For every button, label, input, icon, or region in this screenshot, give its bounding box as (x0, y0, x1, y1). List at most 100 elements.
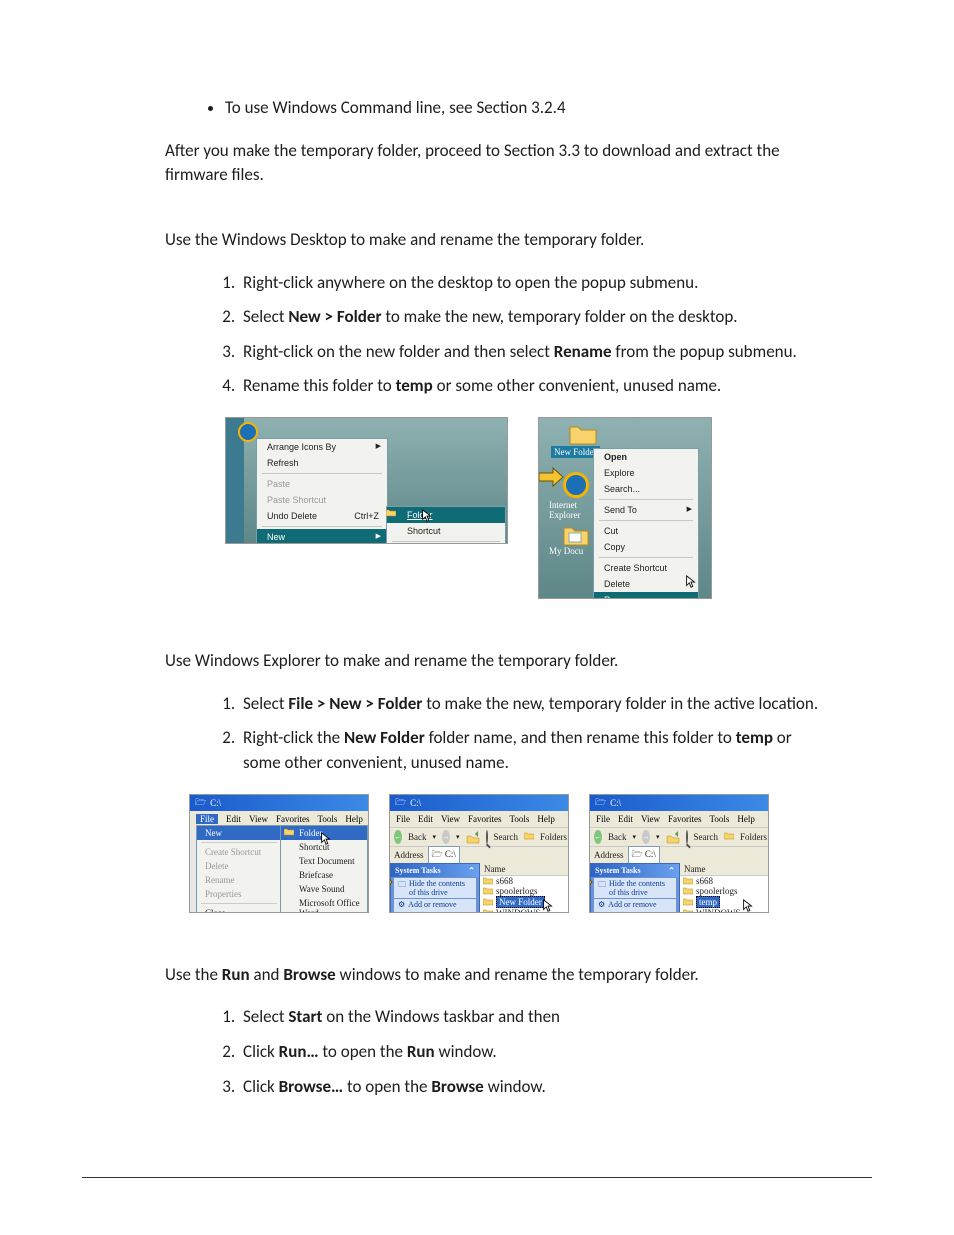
file-item[interactable]: s668 (680, 876, 768, 886)
menu-item-cut[interactable]: Cut (594, 523, 698, 539)
cursor-icon (542, 896, 554, 910)
menu-edit[interactable]: Edit (618, 814, 633, 824)
menu-item-word[interactable]: Microsoft Office Word (281, 896, 367, 913)
file-item[interactable]: WINDOWS (480, 908, 568, 913)
menu-item-paste: Paste (257, 476, 387, 492)
yellow-arrow-icon (589, 871, 594, 893)
column-header-name[interactable]: Name (680, 863, 768, 876)
menu-file[interactable]: File (596, 814, 610, 824)
menu-item-wave[interactable]: Wave Sound (281, 882, 367, 896)
my-documents-icon[interactable] (563, 524, 589, 546)
collapse-icon[interactable]: ⌃ (468, 866, 475, 875)
screenshot-explorer-new-folder: 🗁C:\ File Edit View Favorites Tools Help… (389, 794, 569, 913)
list-item: To use Windows Command line, see Section… (225, 96, 832, 121)
menu-favorites[interactable]: Favorites (276, 814, 310, 824)
menu-item-copy[interactable]: Copy (594, 539, 698, 555)
section-intro: Use Windows Explorer to make and rename … (165, 649, 832, 674)
up-button[interactable] (666, 830, 680, 844)
menu-item-shortcut[interactable]: Shortcut (387, 523, 505, 539)
menu-item-undo[interactable]: Undo DeleteCtrl+Z (257, 508, 387, 524)
menu-edit[interactable]: Edit (418, 814, 433, 824)
menu-item-open[interactable]: Open (594, 449, 698, 465)
file-item-temp[interactable]: temp (680, 896, 768, 908)
address-field[interactable]: 🗁 C:\ (428, 846, 460, 864)
ie-icon[interactable] (563, 472, 589, 498)
task-addremove[interactable]: ⚙Add or remove programs (594, 899, 676, 913)
paragraph: After you make the temporary folder, pro… (165, 139, 832, 188)
figure-row-explorer: 🗁C:\ File Edit View Favorites Tools Help… (189, 794, 832, 913)
back-button[interactable]: ← (394, 830, 402, 844)
folders-button[interactable] (524, 832, 534, 842)
file-item[interactable]: spoolerlogs (680, 886, 768, 896)
menu-item-rename[interactable]: Rename (594, 592, 698, 599)
menu-item-briefcase[interactable]: Briefcase (281, 868, 367, 882)
menu-file[interactable]: File (396, 814, 410, 824)
menu-item-search[interactable]: Search... (594, 481, 698, 497)
list-item: Right-click on the new folder and then s… (239, 340, 832, 365)
menu-favorites[interactable]: Favorites (468, 814, 502, 824)
section-intro: Use the Run and Browse windows to make a… (165, 963, 832, 988)
file-item[interactable]: spoolerlogs (480, 886, 568, 896)
task-hide[interactable]: 🗀Hide the contents of this drive (594, 878, 676, 898)
menu-item-sendto[interactable]: Send To (594, 502, 698, 518)
task-addremove[interactable]: ⚙Add or remove programs (394, 899, 476, 913)
window-titlebar: 🗁C:\ (390, 795, 568, 811)
list-item: Click Run… to open the Run window. (239, 1040, 832, 1065)
menu-item-textdoc[interactable]: Text Document (281, 854, 367, 868)
menu-edit[interactable]: Edit (226, 814, 241, 824)
screenshot-rename-folder: New Folder Internet Explorer My Docu Ope… (538, 417, 712, 599)
menu-item-paste-shortcut: Paste Shortcut (257, 492, 387, 508)
up-button[interactable] (466, 830, 480, 844)
menu-file[interactable]: File (196, 814, 218, 824)
menu-item-close[interactable]: Close (197, 906, 281, 913)
menu-item-delete[interactable]: Delete (594, 576, 698, 592)
yellow-arrow-icon (538, 466, 565, 488)
address-bar: Address🗁 C:\ (590, 847, 768, 863)
yellow-arrow-icon (389, 871, 394, 893)
menu-item-new[interactable]: New (257, 529, 387, 544)
menu-item-create-shortcut: Create Shortcut (197, 845, 281, 859)
search-icon[interactable] (486, 830, 488, 844)
menu-item-rename: Rename (197, 873, 281, 887)
menu-favorites[interactable]: Favorites (668, 814, 702, 824)
screenshot-desktop-new-folder: Arrange Icons By Refresh Paste Paste Sho… (225, 417, 508, 544)
menu-item-create-shortcut[interactable]: Create Shortcut (594, 560, 698, 576)
cursor-icon (421, 506, 433, 520)
window-titlebar: 🗁C:\ (190, 795, 368, 811)
list-item: Click Browse… to open the Browse window. (239, 1075, 832, 1100)
my-documents-label: My Docu (549, 546, 583, 556)
context-menu: Arrange Icons By Refresh Paste Paste Sho… (256, 438, 388, 544)
folder-context-menu: Open Explore Search... Send To Cut Copy … (593, 448, 699, 599)
menu-help[interactable]: Help (345, 814, 363, 824)
collapse-icon[interactable]: ⌃ (668, 866, 675, 875)
ie-label: Internet Explorer (549, 500, 581, 520)
address-field[interactable]: 🗁 C:\ (628, 846, 660, 864)
file-item[interactable]: s668 (480, 876, 568, 886)
menu-item-folder[interactable]: Folder (387, 507, 505, 523)
menu-help[interactable]: Help (737, 814, 755, 824)
menu-help[interactable]: Help (537, 814, 555, 824)
folders-button[interactable] (724, 832, 734, 842)
menu-tools[interactable]: Tools (709, 814, 729, 824)
menu-view[interactable]: View (249, 814, 268, 824)
column-header-name[interactable]: Name (480, 863, 568, 876)
task-hide[interactable]: 🗀Hide the contents of this drive (394, 878, 476, 898)
menu-tools[interactable]: Tools (317, 814, 337, 824)
back-button[interactable]: ← (594, 830, 602, 844)
folder-icon[interactable] (569, 423, 597, 445)
bullet-list: To use Windows Command line, see Section… (165, 96, 832, 121)
file-item[interactable]: WINDOWS (680, 908, 768, 913)
menu-bar: File Edit View Favorites Tools Help (590, 811, 768, 827)
menu-item-new[interactable]: New (197, 826, 281, 840)
menu-item-refresh[interactable]: Refresh (257, 455, 387, 471)
list-item: Select New > Folder to make the new, tem… (239, 305, 832, 330)
menu-view[interactable]: View (641, 814, 660, 824)
search-icon[interactable] (686, 830, 688, 844)
file-item-new-folder[interactable]: New Folder (480, 896, 568, 908)
file-menu-dropdown: New Create Shortcut Delete Rename Proper… (196, 825, 282, 913)
menu-view[interactable]: View (441, 814, 460, 824)
menu-item-explore[interactable]: Explore (594, 465, 698, 481)
menu-item-arrange[interactable]: Arrange Icons By (257, 439, 387, 455)
footer-rule (82, 1177, 872, 1178)
menu-tools[interactable]: Tools (509, 814, 529, 824)
